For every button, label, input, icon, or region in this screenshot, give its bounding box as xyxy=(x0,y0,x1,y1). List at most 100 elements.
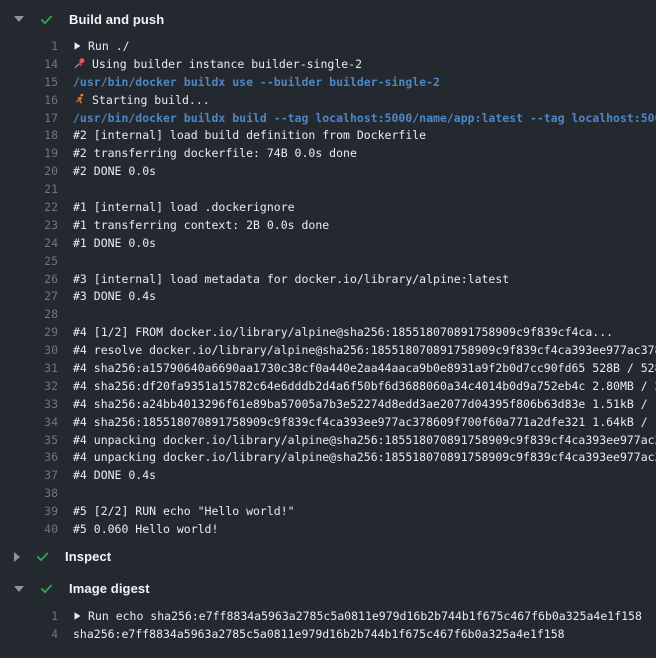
log-text: #1 [internal] load .dockerignore xyxy=(73,200,295,214)
log-text-cell: #4 DONE 0.4s xyxy=(73,468,156,482)
chevron-down-icon[interactable] xyxy=(14,16,24,22)
log-line: 36 #4 unpacking docker.io/library/alpine@… xyxy=(0,448,656,466)
line-number[interactable]: 27 xyxy=(0,289,58,303)
log-text: #5 0.060 Hello world! xyxy=(73,522,218,536)
workflow-log: Build and push1Run ./14Using builder ins… xyxy=(0,0,656,646)
line-number[interactable]: 17 xyxy=(0,111,58,125)
log-line: 1 Run ./ xyxy=(0,37,656,55)
line-number[interactable]: 25 xyxy=(0,254,58,268)
log-text-cell: #5 [2/2] RUN echo "Hello world!" xyxy=(73,504,295,518)
log-text: #4 sha256:a24bb4013296f61e89ba57005a7b3e… xyxy=(73,397,656,411)
line-number[interactable]: 21 xyxy=(0,182,58,196)
line-number[interactable]: 16 xyxy=(0,93,58,107)
line-number[interactable]: 23 xyxy=(0,218,58,232)
line-number[interactable]: 35 xyxy=(0,433,58,447)
log-line: 37 #4 DONE 0.4s xyxy=(0,466,656,484)
log-text-cell: Run echo sha256:e7ff8834a5963a2785c5a081… xyxy=(73,609,642,623)
line-number[interactable]: 39 xyxy=(0,504,58,518)
log-text: Run echo sha256:e7ff8834a5963a2785c5a081… xyxy=(88,609,642,623)
play-icon[interactable] xyxy=(73,611,82,621)
log-line: 21 xyxy=(0,180,656,198)
step-title: Inspect xyxy=(65,549,111,564)
chevron-down-icon[interactable] xyxy=(14,586,24,592)
log-line: 22 #1 [internal] load .dockerignore xyxy=(0,198,656,216)
line-number[interactable]: 26 xyxy=(0,272,58,286)
log-text-cell: #1 [internal] load .dockerignore xyxy=(73,200,295,214)
success-check-icon xyxy=(35,549,50,564)
log-line: 26 #3 [internal] load metadata for docker… xyxy=(0,270,656,288)
log-line: 28 xyxy=(0,305,656,323)
step-header-build-and-push[interactable]: Build and push xyxy=(0,3,656,35)
log-text-cell: Run ./ xyxy=(73,39,130,53)
log-text-cell: #3 [internal] load metadata for docker.i… xyxy=(73,272,509,286)
log-line: 23#1 transferring context: 2B 0.0s done xyxy=(0,216,656,234)
log-text: #2 transferring dockerfile: 74B 0.0s don… xyxy=(73,146,357,160)
log-text-cell: Starting build... xyxy=(73,93,210,107)
log-line: 17/usr/bin/docker buildx build --tag loc… xyxy=(0,109,656,127)
log-text-cell: #1 DONE 0.0s xyxy=(73,236,156,250)
step-header-image-digest[interactable]: Image digest xyxy=(0,573,656,605)
log-text: #2 [internal] load build definition from… xyxy=(73,128,426,142)
log-text: #4 sha256:185518070891758909c9f839cf4ca3… xyxy=(73,415,656,429)
log-line: 32 #4 sha256:df20fa9351a15782c64e6dddb2d4… xyxy=(0,377,656,395)
step-header-inspect[interactable]: Inspect xyxy=(0,541,656,573)
play-icon[interactable] xyxy=(73,41,82,51)
line-number[interactable]: 40 xyxy=(0,522,58,536)
log-text-cell: #4 sha256:a24bb4013296f61e89ba57005a7b3e… xyxy=(73,397,656,411)
log-text-cell: #4 resolve docker.io/library/alpine@sha2… xyxy=(73,343,656,357)
log-line: 1 Run echo sha256:e7ff8834a5963a2785c5a08… xyxy=(0,607,656,625)
log-text-cell: #4 sha256:df20fa9351a15782c64e6dddb2d4a6… xyxy=(73,379,656,393)
log-text-cell: #4 sha256:185518070891758909c9f839cf4ca3… xyxy=(73,415,656,429)
log-line: 39 #5 [2/2] RUN echo "Hello world!" xyxy=(0,502,656,520)
line-number[interactable]: 32 xyxy=(0,379,58,393)
log-text: #3 [internal] load metadata for docker.i… xyxy=(73,272,509,286)
log-text: #2 DONE 0.0s xyxy=(73,164,156,178)
log-line: 25 xyxy=(0,252,656,270)
line-number[interactable]: 1 xyxy=(0,609,58,623)
log-text: Starting build... xyxy=(92,93,210,107)
log-line: 31 #4 sha256:a15790640a6690aa1730c38cf0a4… xyxy=(0,359,656,377)
log-text: #4 sha256:a15790640a6690aa1730c38cf0a440… xyxy=(73,361,656,375)
log-text-cell: Using builder instance builder-single-2 xyxy=(73,57,362,71)
line-number[interactable]: 34 xyxy=(0,415,58,429)
line-number[interactable]: 20 xyxy=(0,164,58,178)
log-line: 15/usr/bin/docker buildx use --builder b… xyxy=(0,73,656,91)
log-text: #1 DONE 0.0s xyxy=(73,236,156,250)
runner-icon xyxy=(73,93,86,106)
log-text-cell: #4 unpacking docker.io/library/alpine@sh… xyxy=(73,433,656,447)
log-text: #4 resolve docker.io/library/alpine@sha2… xyxy=(73,343,656,357)
line-number[interactable]: 29 xyxy=(0,325,58,339)
line-number[interactable]: 37 xyxy=(0,468,58,482)
log-text-cell: #4 sha256:a15790640a6690aa1730c38cf0a440… xyxy=(73,361,656,375)
log-text: /usr/bin/docker buildx build --tag local… xyxy=(73,111,656,125)
line-number[interactable]: 14 xyxy=(0,57,58,71)
log-text: Using builder instance builder-single-2 xyxy=(92,57,362,71)
line-number[interactable]: 28 xyxy=(0,307,58,321)
chevron-right-icon[interactable] xyxy=(14,552,20,562)
line-number[interactable]: 19 xyxy=(0,146,58,160)
log-text-cell: #5 0.060 Hello world! xyxy=(73,522,218,536)
line-number[interactable]: 33 xyxy=(0,397,58,411)
log-text: #4 sha256:df20fa9351a15782c64e6dddb2d4a6… xyxy=(73,379,656,393)
success-check-icon xyxy=(39,12,54,27)
log-line: 14 Using builder instance builder-single-… xyxy=(0,55,656,73)
step-title: Build and push xyxy=(69,12,164,27)
log-line: 27#3 DONE 0.4s xyxy=(0,287,656,305)
log-text-cell: /usr/bin/docker buildx use --builder bui… xyxy=(73,75,440,89)
line-number[interactable]: 30 xyxy=(0,343,58,357)
log-text-cell: #2 DONE 0.0s xyxy=(73,164,156,178)
log-text-cell: #4 unpacking docker.io/library/alpine@sh… xyxy=(73,450,656,464)
line-number[interactable]: 15 xyxy=(0,75,58,89)
line-number[interactable]: 22 xyxy=(0,200,58,214)
log-text-cell: /usr/bin/docker buildx build --tag local… xyxy=(73,111,656,125)
line-number[interactable]: 24 xyxy=(0,236,58,250)
log-line: 16 Starting build... xyxy=(0,91,656,109)
line-number[interactable]: 36 xyxy=(0,450,58,464)
line-number[interactable]: 1 xyxy=(0,39,58,53)
line-number[interactable]: 4 xyxy=(0,627,58,641)
log-line: 29#4 [1/2] FROM docker.io/library/alpine… xyxy=(0,323,656,341)
line-number[interactable]: 18 xyxy=(0,128,58,142)
line-number[interactable]: 38 xyxy=(0,486,58,500)
line-number[interactable]: 31 xyxy=(0,361,58,375)
log-text-cell: #2 [internal] load build definition from… xyxy=(73,128,426,142)
